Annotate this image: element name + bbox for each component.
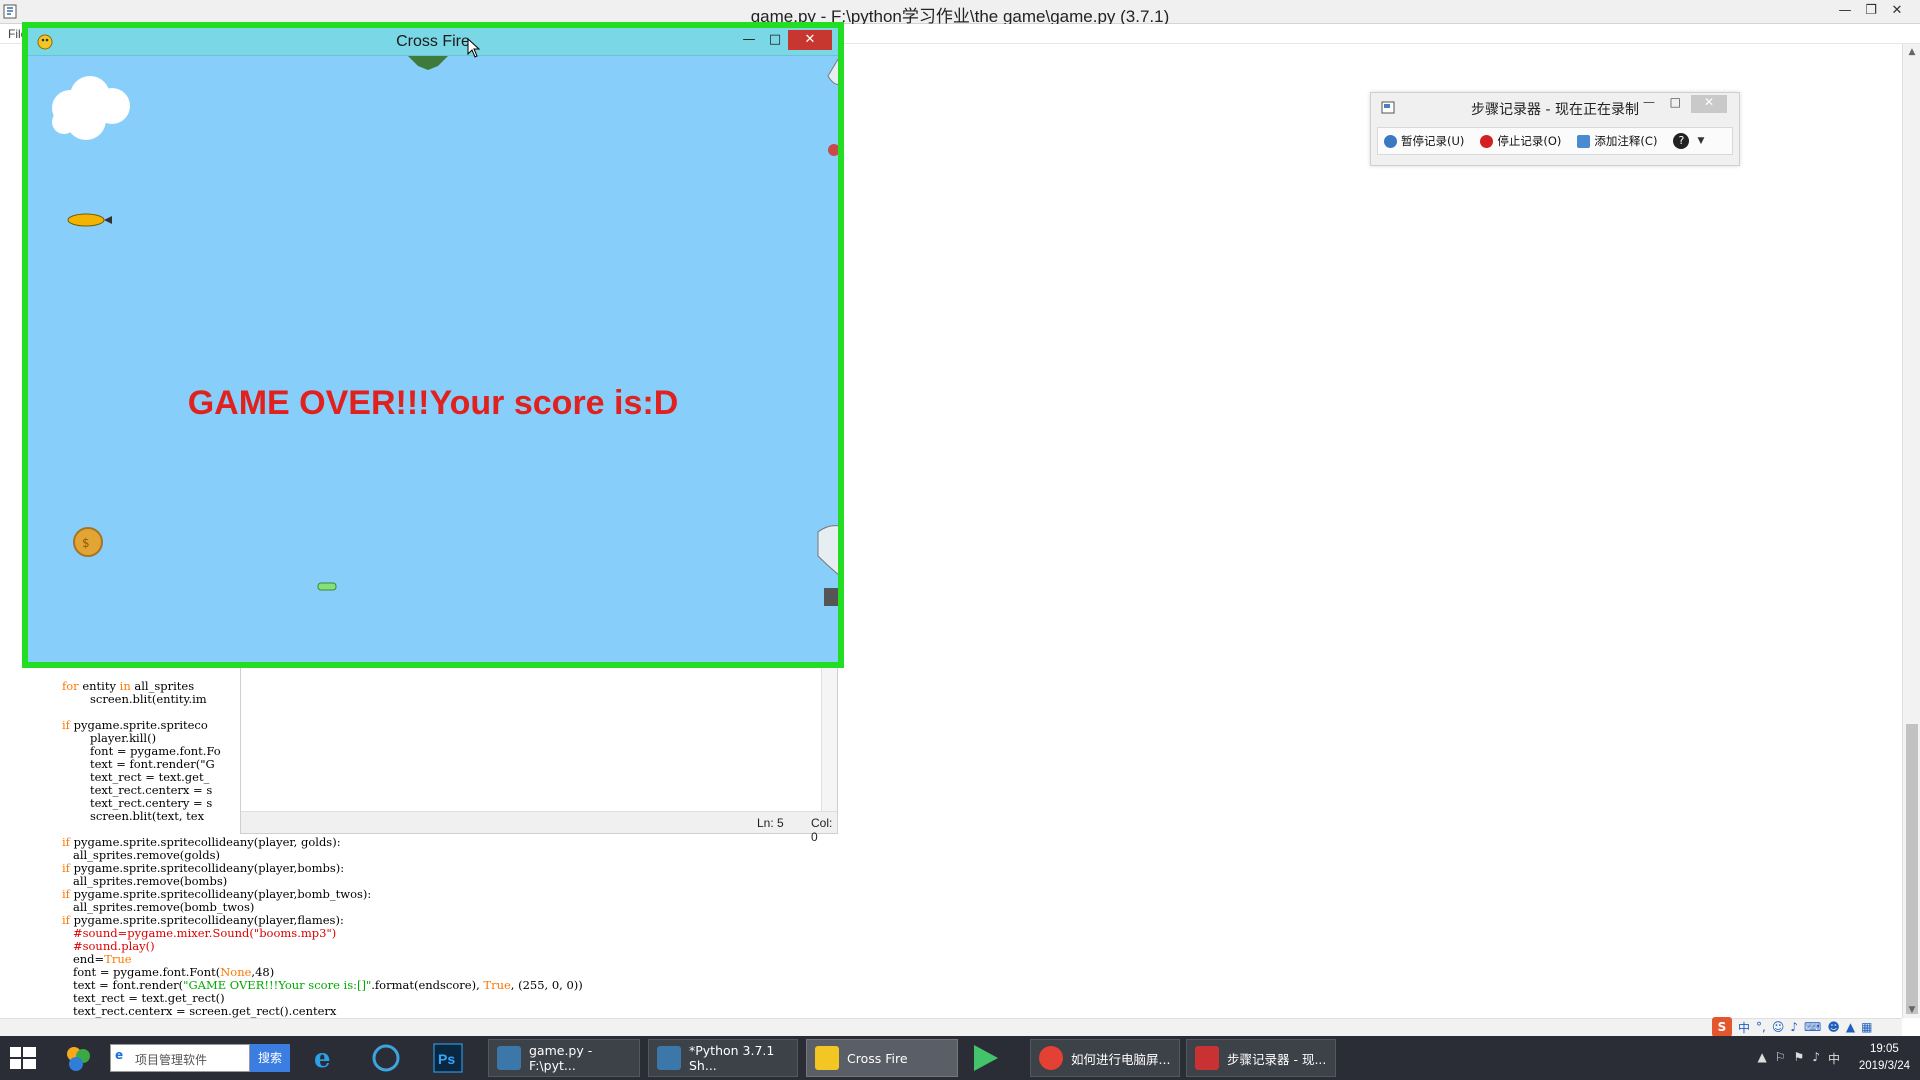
psr-close-button[interactable]: ✕ <box>1691 95 1727 113</box>
python-shell-window[interactable]: Ln: 5 Col: 0 <box>240 664 838 844</box>
stop-record-button[interactable]: 停止记录(O) <box>1480 133 1561 149</box>
ime-mode-indicator[interactable]: 中 <box>1738 1019 1750 1036</box>
jet-sprite <box>408 56 448 70</box>
code-line[interactable]: screen.blit(entity.im <box>90 693 207 706</box>
editor-titlebar: game.py - F:\python学习作业\the game\game.py… <box>0 0 1920 26</box>
psr-maximize-button[interactable]: □ <box>1670 95 1681 109</box>
ime-menu-icon[interactable]: ▦ <box>1861 1020 1872 1034</box>
sogou-ime-icon[interactable]: S <box>1712 1017 1732 1037</box>
taskbar-item-label: 如何进行电脑屏... <box>1071 1051 1171 1067</box>
taskbar: e 项目管理软件 搜索 e Ps game.py - F:\pyt... *Pyt… <box>0 1036 1920 1080</box>
stop-record-label: 停止记录(O) <box>1497 134 1562 148</box>
taskbar-item[interactable]: 步骤记录器 - 现... <box>1186 1039 1336 1077</box>
shell-statusbar: Ln: 5 Col: 0 <box>241 811 837 844</box>
chevron-down-icon[interactable]: ▼ <box>1697 136 1704 146</box>
svg-text:e: e <box>314 1044 331 1074</box>
game-maximize-button[interactable]: □ <box>762 30 788 50</box>
360-browser-icon[interactable] <box>62 1042 94 1074</box>
steps-recorder-title: 步骤记录器 - 现在正在录制 <box>1471 102 1639 118</box>
python-idle-icon <box>497 1046 521 1070</box>
game-minimize-button[interactable]: — <box>736 30 762 50</box>
svg-text:Ps: Ps <box>438 1051 455 1067</box>
add-comment-label: 添加注释(C) <box>1594 134 1658 148</box>
flag-icon[interactable]: ⚑ <box>1794 1050 1805 1067</box>
ime-mic-icon[interactable]: ♪ <box>1790 1020 1798 1034</box>
windows-start-icon[interactable] <box>8 1044 38 1072</box>
bullet-sprite <box>317 582 337 591</box>
gold-coin-sprite: $ <box>73 527 103 557</box>
ime-user-icon[interactable]: ☻ <box>1827 1020 1840 1034</box>
minimize-button[interactable]: — <box>1832 0 1858 22</box>
ime-tray-indicator[interactable]: 中 <box>1828 1050 1840 1067</box>
taskbar-search-input[interactable]: e 项目管理软件 <box>110 1044 250 1072</box>
pygame-icon <box>815 1046 839 1070</box>
status-column: Col: 0 <box>811 816 833 844</box>
game-close-button[interactable]: ✕ <box>788 30 832 50</box>
add-comment-button[interactable]: 添加注释(C) <box>1577 133 1657 149</box>
taskbar-item[interactable]: game.py - F:\pyt... <box>488 1039 640 1077</box>
close-button[interactable]: ✕ <box>1884 0 1910 22</box>
ime-skin-icon[interactable]: ▲ <box>1846 1020 1855 1034</box>
ie-small-icon: e <box>115 1048 124 1062</box>
restore-button[interactable]: ❐ <box>1858 0 1884 22</box>
psr-minimize-button[interactable]: — <box>1643 95 1655 109</box>
taskbar-item[interactable]: *Python 3.7.1 Sh... <box>648 1039 798 1077</box>
editor-vertical-scrollbar[interactable]: ▲ ▼ <box>1902 44 1920 1018</box>
volume-icon[interactable]: ♪ <box>1812 1050 1820 1067</box>
clock-date: 2019/3/24 <box>1858 1060 1910 1072</box>
stop-icon <box>1480 134 1494 148</box>
game-over-message: GAME OVER!!!Your score is:D <box>187 384 679 422</box>
comment-icon <box>1577 134 1591 148</box>
code-line[interactable]: screen.blit(text, tex <box>90 810 204 823</box>
help-icon[interactable]: ? <box>1673 133 1690 149</box>
ime-punctuation-icon[interactable]: °, <box>1756 1020 1766 1034</box>
system-clock[interactable]: 19:05 2019/3/24 <box>1859 1041 1910 1075</box>
game-window[interactable]: Cross Fire — □ ✕ $ GAME OVER!!!Your scor… <box>22 22 844 668</box>
taskbar-item-label: game.py - F:\pyt... <box>529 1043 593 1073</box>
taskbar-item-label: 步骤记录器 - 现... <box>1227 1051 1327 1067</box>
taskbar-item-label: *Python 3.7.1 Sh... <box>689 1043 775 1073</box>
shell-scrollbar[interactable] <box>821 665 837 811</box>
python-shell-icon <box>657 1046 681 1070</box>
scroll-up-arrow-icon[interactable]: ▲ <box>1903 44 1920 60</box>
search-placeholder: 项目管理软件 <box>135 1053 208 1067</box>
editor-horizontal-scrollbar[interactable] <box>0 1018 1902 1036</box>
steps-recorder-window[interactable]: 步骤记录器 - 现在正在录制 — □ ✕ 暂停记录(U) 停止记录(O) 添加注… <box>1370 92 1740 166</box>
ime-keyboard-icon[interactable]: ⌨ <box>1804 1020 1821 1034</box>
photoshop-icon[interactable]: Ps <box>432 1042 464 1074</box>
game-canvas[interactable]: $ GAME OVER!!!Your score is:D <box>28 56 838 662</box>
pause-icon <box>1384 134 1397 148</box>
taskbar-item-label: Cross Fire <box>847 1050 908 1066</box>
taskbar-search-button[interactable]: 搜索 <box>250 1044 290 1072</box>
pause-record-button[interactable]: 暂停记录(U) <box>1384 133 1464 149</box>
chrome-icon <box>1039 1046 1063 1070</box>
edge-browser-icon[interactable] <box>370 1042 402 1074</box>
pause-record-label: 暂停记录(U) <box>1401 134 1465 148</box>
steps-recorder-toolbar: 暂停记录(U) 停止记录(O) 添加注释(C) ? ▼ <box>1377 127 1733 155</box>
code-line[interactable]: text_rect.centerx = screen.get_rect().ce… <box>62 1005 336 1018</box>
game-scene: $ <box>52 56 838 606</box>
scrollbar-thumb[interactable] <box>1906 724 1918 1014</box>
cloud-sprite <box>52 76 130 140</box>
taskbar-item[interactable]: 如何进行电脑屏... <box>1030 1039 1180 1077</box>
ime-toolbar[interactable]: S 中 °, ☺ ♪ ⌨ ☻ ▲ ▦ <box>1712 1016 1920 1038</box>
show-hidden-icons-icon[interactable]: ▲ <box>1758 1050 1767 1067</box>
taskbar-item[interactable]: Cross Fire <box>806 1039 958 1077</box>
internet-explorer-icon[interactable]: e <box>308 1042 340 1074</box>
game-titlebar[interactable]: Cross Fire — □ ✕ <box>28 28 838 56</box>
game-window-title: Cross Fire <box>396 33 470 50</box>
status-line: Ln: 5 <box>757 816 784 830</box>
paratrooper-sprite <box>817 525 838 606</box>
svg-text:$: $ <box>82 536 90 550</box>
system-tray: ▲ ⚐ ⚑ ♪ 中 19:05 2019/3/24 <box>1590 1036 1920 1080</box>
mouse-cursor-icon <box>467 38 481 58</box>
tray-icons: ▲ ⚐ ⚑ ♪ 中 <box>1758 1050 1840 1067</box>
media-player-icon[interactable] <box>974 1045 998 1071</box>
paratrooper-top-sprite <box>827 58 838 156</box>
clock-time: 19:05 <box>1870 1043 1899 1055</box>
steps-recorder-icon <box>1195 1046 1219 1070</box>
ime-emoji-icon[interactable]: ☺ <box>1772 1020 1785 1034</box>
missile-sprite <box>67 213 112 227</box>
network-icon[interactable]: ⚐ <box>1775 1050 1786 1067</box>
